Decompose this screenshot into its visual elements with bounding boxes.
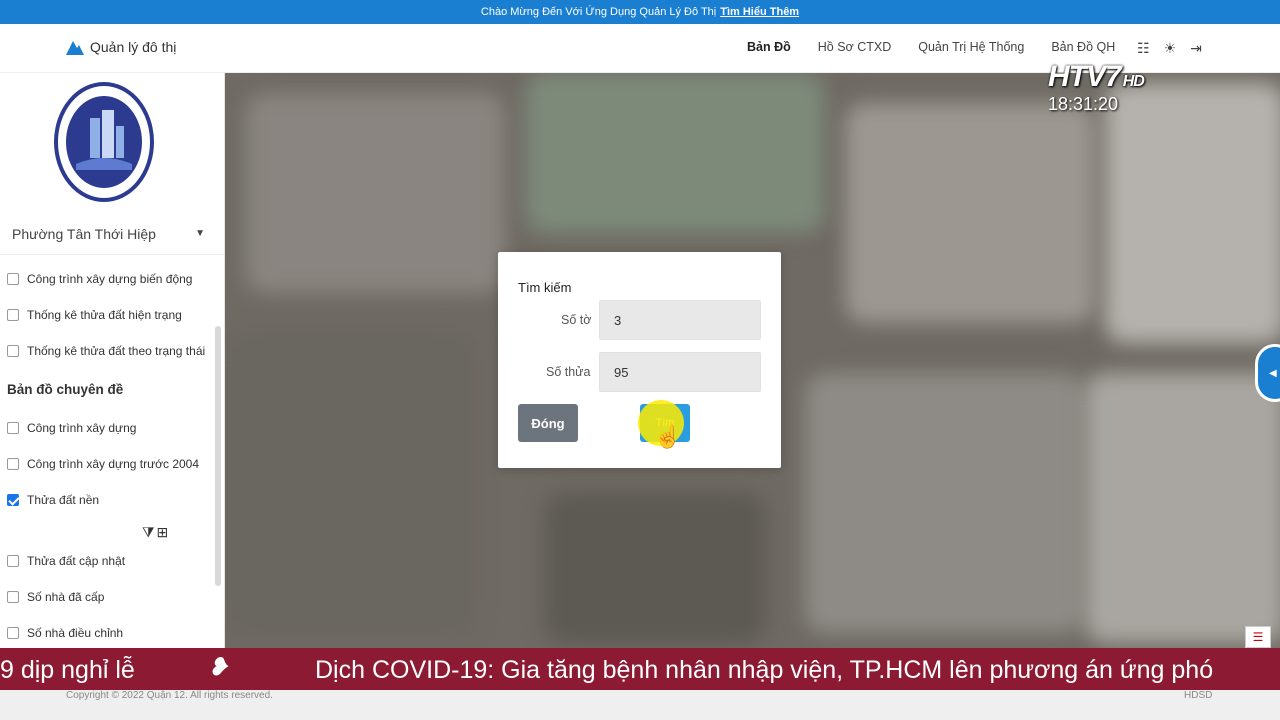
layer-item[interactable]: Số nhà điều chỉnh	[7, 626, 123, 640]
sheet-number-input[interactable]: 3	[599, 300, 761, 340]
layer-label: Thống kê thửa đất theo trạng thái	[27, 344, 206, 358]
announcement-bar: Chào Mừng Đến Với Ứng Dụng Quản Lý Đô Th…	[0, 0, 1280, 24]
sidebar: Phường Tân Thới Hiệp ▼ Công trình xây dự…	[0, 73, 225, 648]
layer-checkbox[interactable]	[7, 458, 19, 470]
brand-title: Quản lý đô thị	[90, 39, 177, 55]
search-dialog: Tìm kiếm Số tờ 3 Số thửa 95 Đóng Tìm ☝	[498, 252, 781, 468]
ward-selector[interactable]: Phường Tân Thới Hiệp ▼	[0, 213, 224, 255]
ward-name: Phường Tân Thới Hiệp	[12, 225, 156, 242]
hand-cursor-icon: ☝	[654, 424, 682, 449]
district-seal-logo	[54, 82, 154, 202]
logout-icon[interactable]: ⇥	[1190, 40, 1202, 57]
layer-label: Công trình xây dựng trước 2004	[27, 457, 200, 471]
ticker-text-left: 9 dịp nghỉ lễ	[0, 656, 135, 684]
footer: Copyright © 2022 Quận 12. All rights res…	[0, 690, 1280, 720]
layer-checkbox[interactable]	[7, 627, 19, 639]
layer-checkbox[interactable]	[7, 273, 19, 285]
layer-item[interactable]: Thửa đất nền	[7, 493, 99, 507]
chevron-down-icon: ▼	[195, 228, 205, 239]
nav-item-ctxd[interactable]: Hồ Sơ CTXD	[818, 40, 892, 54]
nav-item-admin[interactable]: Quản Trị Hệ Thống	[918, 40, 1024, 54]
layer-checkbox[interactable]	[7, 309, 19, 321]
sidebar-scrollbar[interactable]	[215, 326, 221, 586]
ticker-text-main: Dịch COVID-19: Gia tăng bệnh nhân nhập v…	[315, 656, 1214, 684]
channel-hd: HD	[1122, 73, 1145, 90]
layer-label: Thửa đất nền	[27, 493, 100, 507]
filter-icon[interactable]: ⧩	[142, 524, 155, 541]
layer-item[interactable]: Thống kê thửa đất hiện trạng	[7, 308, 182, 322]
copyright-text: Copyright © 2022 Quận 12. All rights res…	[66, 690, 273, 701]
channel-name: HTV7	[1048, 60, 1122, 93]
section-title: Bản đồ chuyên đề	[7, 382, 124, 397]
layer-item[interactable]: Công trình xây dựng trước 2004	[7, 457, 199, 471]
layer-label: Thống kê thửa đất hiện trạng	[27, 308, 182, 322]
layer-label: Số nhà đã cấp	[27, 590, 105, 604]
layer-label: Công trình xây dựng biến động	[27, 272, 193, 286]
close-button[interactable]: Đóng	[518, 404, 578, 442]
htv-ticker-logo-icon: ❥	[208, 654, 229, 681]
user-guide-link[interactable]: HDSD	[1184, 690, 1212, 701]
tv-channel-overlay: HTV7 HD 18:31:20	[1048, 60, 1198, 120]
translate-icon[interactable]: ☷	[1137, 40, 1150, 57]
sheet-label: Số tờ	[561, 313, 592, 327]
brand[interactable]: Quản lý đô thị	[66, 39, 176, 55]
panel-toggle-button[interactable]: ◀	[1255, 344, 1280, 402]
parcel-label: Số thửa	[546, 365, 591, 379]
table-icon[interactable]: ⊞	[157, 524, 169, 541]
broadcast-clock: 18:31:20	[1048, 94, 1119, 114]
sun-icon[interactable]: ☀	[1164, 40, 1177, 57]
learn-more-link[interactable]: Tìm Hiểu Thêm	[720, 6, 799, 18]
nav-item-map[interactable]: Bản Đồ	[747, 40, 791, 54]
caret-left-icon: ◀	[1269, 367, 1277, 379]
layer-item[interactable]: Thống kê thửa đất theo trạng thái	[7, 344, 205, 358]
announcement-text: Chào Mừng Đến Với Ứng Dụng Quản Lý Đô Th…	[480, 6, 717, 18]
channel-logo: HTV7 HD	[1048, 60, 1145, 94]
mountain-logo-icon	[66, 41, 84, 55]
layer-item[interactable]: Công trình xây dựng biến động	[7, 272, 192, 286]
parcel-number-input[interactable]: 95	[599, 352, 761, 392]
layer-tools: ⧩ ⊞	[142, 524, 168, 541]
layer-checkbox[interactable]	[7, 591, 19, 603]
layer-item[interactable]: Số nhà đã cấp	[7, 590, 104, 604]
layer-item[interactable]: Thửa đất cập nhật	[7, 554, 125, 568]
layer-checkbox[interactable]	[7, 422, 19, 434]
news-ticker: 9 dịp nghỉ lễ ❥ Dịch COVID-19: Gia tăng …	[0, 648, 1280, 690]
dialog-title: Tìm kiếm	[518, 280, 572, 295]
legend-list-icon[interactable]: ☰	[1245, 626, 1271, 648]
layer-label: Công trình xây dựng	[27, 421, 137, 435]
layer-label: Thửa đất cập nhật	[27, 554, 126, 568]
layer-checkbox[interactable]	[7, 345, 19, 357]
layer-item[interactable]: Công trình xây dựng	[7, 421, 136, 435]
layer-label: Số nhà điều chỉnh	[27, 626, 124, 640]
nav-item-plan-map[interactable]: Bản Đồ QH	[1051, 40, 1115, 54]
layer-checkbox[interactable]	[7, 555, 19, 567]
layer-checkbox-checked[interactable]	[7, 494, 19, 506]
